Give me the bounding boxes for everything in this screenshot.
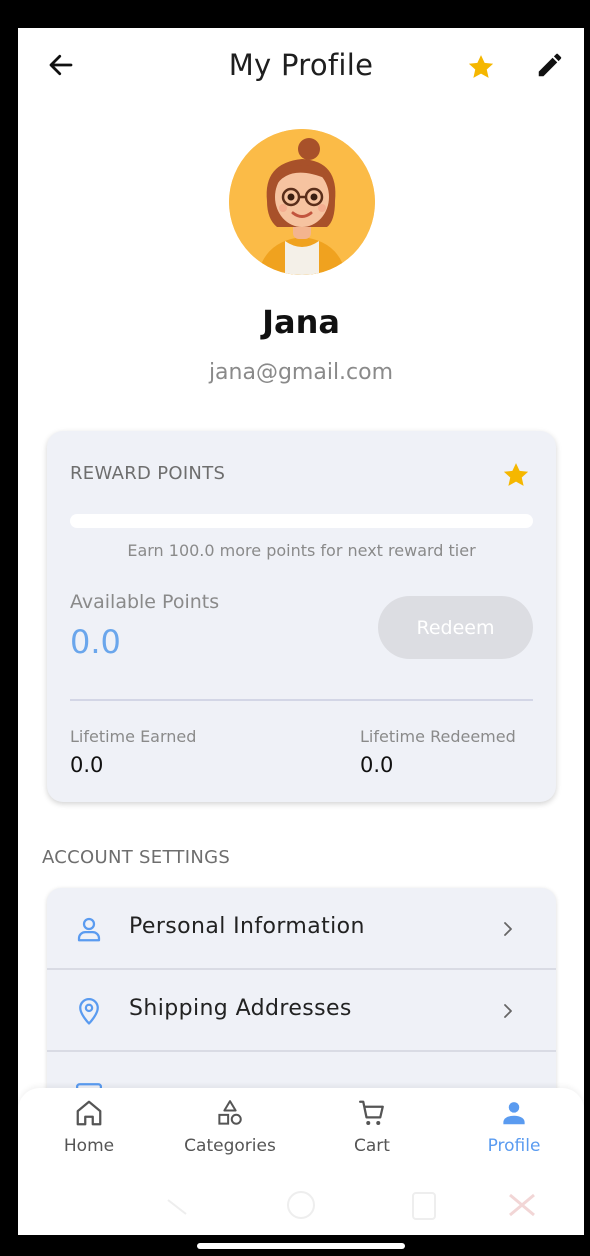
avatar-illustration [229, 129, 375, 275]
system-home-icon [287, 1191, 315, 1219]
lifetime-earned-value: 0.0 [70, 753, 104, 777]
app-screen: My Profile Jana jana@gmail.com REWARD PO… [18, 28, 584, 1235]
shapes-icon [218, 1100, 242, 1125]
nav-item-home[interactable]: Home [29, 1098, 149, 1168]
available-points-label: Available Points [70, 591, 220, 613]
nav-item-label: Home [63, 1136, 115, 1156]
star-icon[interactable] [466, 52, 496, 82]
settings-item-personal-information[interactable]: Personal Information [47, 888, 556, 970]
nav-item-label: Categories [184, 1136, 276, 1156]
nav-item-label: Cart [354, 1136, 390, 1156]
reward-points-title: REWARD POINTS [70, 463, 226, 484]
nav-item-label: Profile [487, 1136, 541, 1156]
lifetime-redeemed-label: Lifetime Redeemed [360, 727, 516, 746]
edit-pencil-icon[interactable] [535, 50, 565, 80]
lifetime-earned-label: Lifetime Earned [70, 727, 197, 746]
nav-item-profile[interactable]: Profile [454, 1098, 574, 1168]
nav-item-cart[interactable]: Cart [312, 1098, 432, 1168]
lifetime-redeemed-value: 0.0 [360, 753, 394, 777]
nav-item-categories[interactable]: Categories [170, 1098, 290, 1168]
redeem-button[interactable]: Redeem [378, 596, 533, 659]
home-indicator[interactable] [197, 1243, 405, 1249]
location-pin-icon [79, 998, 99, 1025]
bottom-navigation-bar: Home Categories Cart Profile [18, 1088, 584, 1235]
settings-item-label: Personal Information [129, 914, 365, 939]
home-icon [76, 1100, 102, 1126]
divider [70, 699, 533, 701]
settings-item-label: Shipping Addresses [129, 996, 352, 1021]
reward-earn-message: Earn 100.0 more points for next reward t… [127, 541, 476, 560]
system-navigation-bar [167, 1191, 535, 1220]
top-app-bar: My Profile [18, 28, 584, 108]
available-points-value: 0.0 [70, 623, 121, 661]
system-back-icon [167, 1199, 187, 1215]
reward-points-card: REWARD POINTS Earn 100.0 more points for… [47, 431, 556, 802]
person-filled-icon [503, 1102, 525, 1125]
system-recents-icon [412, 1192, 436, 1220]
star-icon [503, 463, 529, 486]
cart-icon [359, 1100, 384, 1125]
avatar[interactable] [229, 129, 375, 275]
chevron-right-icon [504, 1004, 512, 1018]
person-icon [77, 917, 101, 942]
close-icon [509, 1193, 535, 1217]
profile-email: jana@gmail.com [208, 360, 394, 385]
profile-name: Jana [262, 303, 340, 341]
account-settings-title: ACCOUNT SETTINGS [42, 847, 231, 868]
reward-progress-bar [70, 514, 533, 528]
chevron-right-icon [504, 922, 512, 936]
page-title: My Profile [228, 48, 374, 82]
settings-item-shipping-addresses[interactable]: Shipping Addresses [47, 970, 556, 1052]
